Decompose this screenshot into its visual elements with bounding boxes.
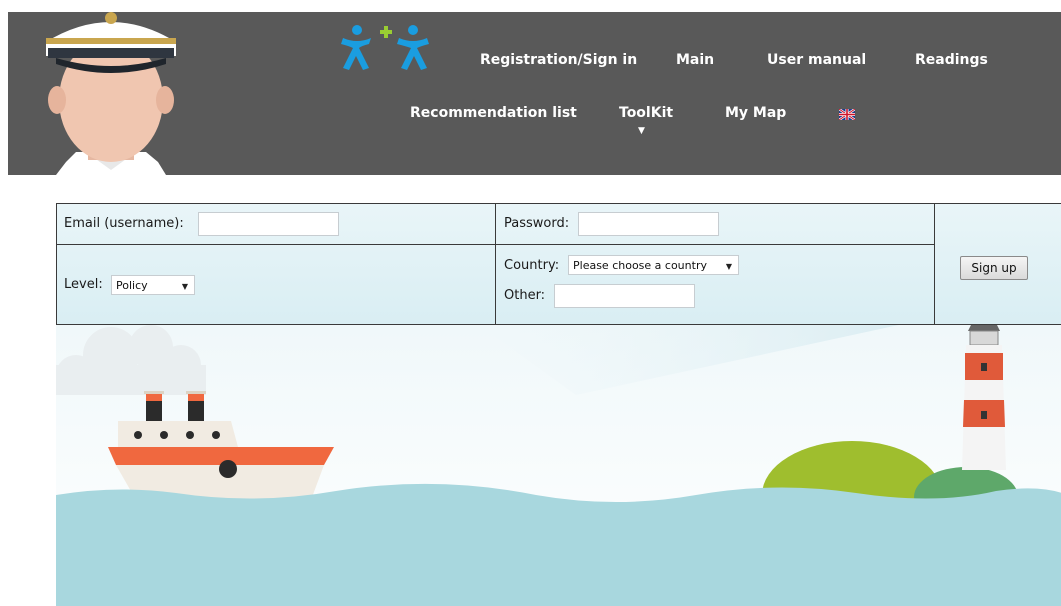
nav-user-manual[interactable]: User manual xyxy=(767,52,866,68)
uk-flag-icon[interactable] xyxy=(839,109,855,120)
lighthouse xyxy=(962,325,1006,470)
nav-readings[interactable]: Readings xyxy=(915,52,988,68)
nav-toolkit[interactable]: ToolKit xyxy=(619,105,673,121)
form-divider xyxy=(495,204,496,324)
form-divider xyxy=(934,204,935,324)
email-label: Email (username): xyxy=(64,216,184,231)
password-label: Password: xyxy=(504,216,570,231)
level-label: Level: xyxy=(64,277,103,292)
nav-main[interactable]: Main xyxy=(676,52,714,68)
country-select[interactable]: Please choose a country ▼ xyxy=(568,255,739,275)
nav-my-map[interactable]: My Map xyxy=(725,105,786,121)
captain-avatar xyxy=(46,12,176,175)
chevron-down-icon: ▼ xyxy=(725,262,732,271)
email-field[interactable] xyxy=(198,212,339,236)
signup-form: Email (username): Password: Level: Polic… xyxy=(56,203,1061,325)
country-label: Country: xyxy=(504,258,560,273)
nav-registration[interactable]: Registration/Sign in xyxy=(480,52,637,68)
toolkit-dropdown-icon[interactable]: ▼ xyxy=(638,126,645,136)
country-selected-value: Please choose a country xyxy=(573,258,707,272)
sign-up-button[interactable]: Sign up xyxy=(960,256,1028,280)
site-logo[interactable] xyxy=(341,24,431,72)
site-header xyxy=(8,12,1061,175)
nav-recommendation-list[interactable]: Recommendation list xyxy=(410,105,577,121)
password-field[interactable] xyxy=(578,212,719,236)
form-divider xyxy=(57,244,934,245)
other-label: Other: xyxy=(504,288,546,303)
chevron-down-icon: ▼ xyxy=(181,282,188,291)
level-select[interactable]: Policy ▼ xyxy=(111,275,195,295)
level-selected-value: Policy xyxy=(116,278,148,292)
other-country-field[interactable] xyxy=(554,284,695,308)
sea-scene-illustration xyxy=(56,325,1061,606)
